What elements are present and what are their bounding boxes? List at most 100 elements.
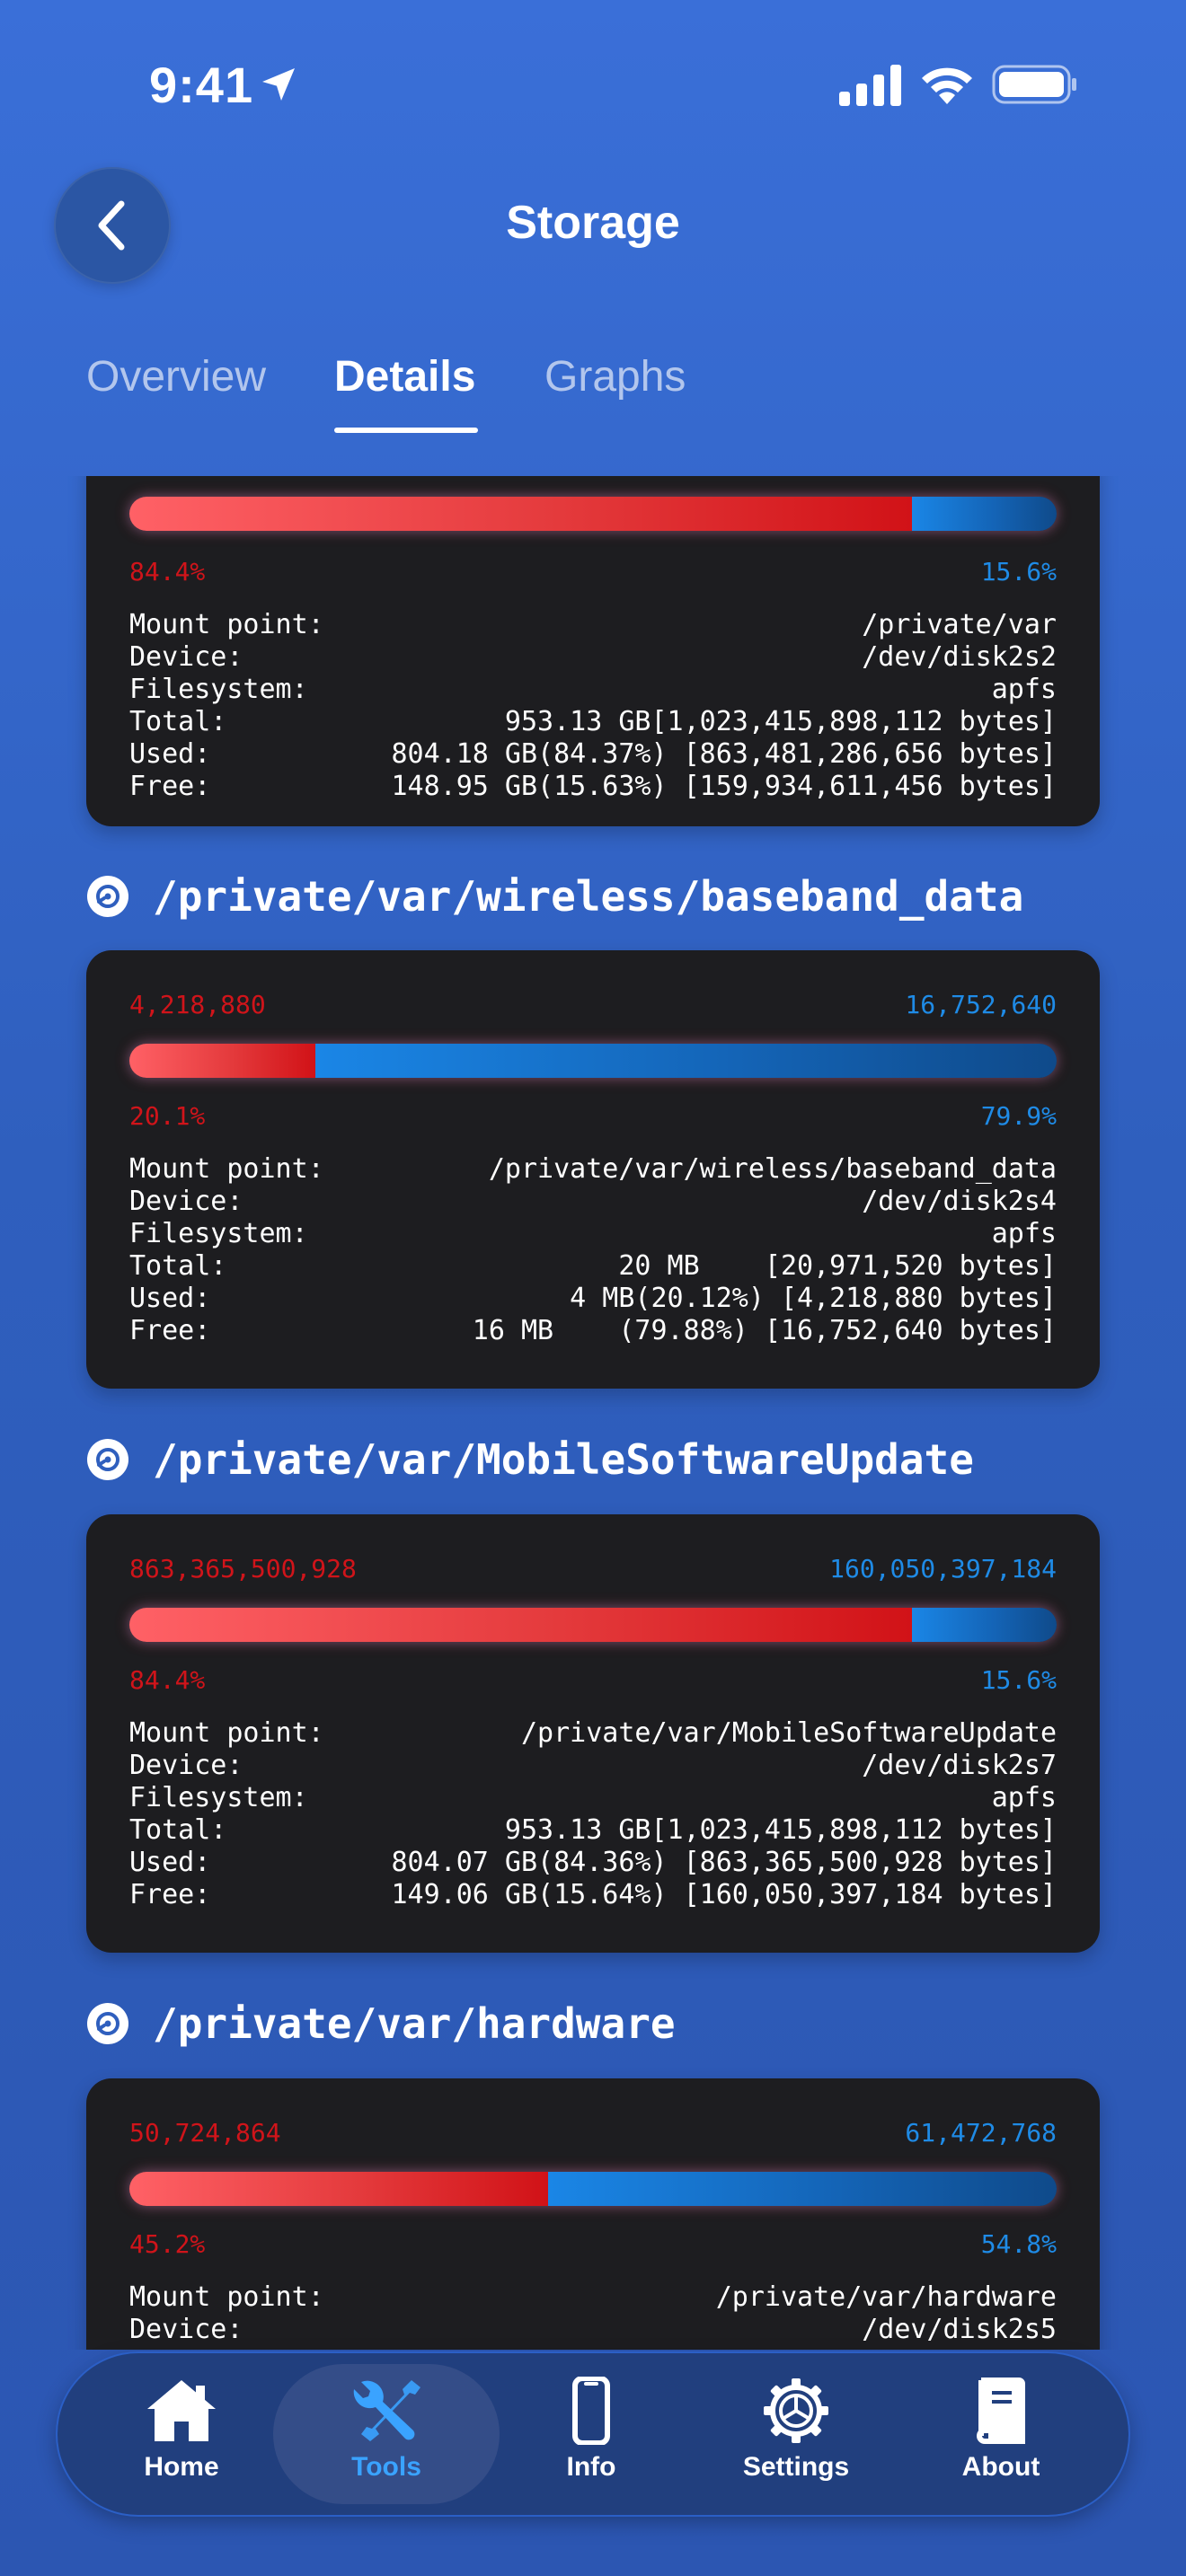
tab-details[interactable]: Details xyxy=(334,352,475,401)
info-value: 804.07 GB(84.36%) [863,365,500,928 bytes… xyxy=(391,1847,1057,1878)
tab-graphs[interactable]: Graphs xyxy=(544,352,686,401)
used-percent: 84.4% xyxy=(129,557,206,587)
volume-info-table: Mount point: /private/var/wireless/baseba… xyxy=(129,1153,1057,1347)
info-row-mount-point: Mount point: /private/var/wireless/baseba… xyxy=(129,1153,1057,1186)
tabbar-item-about[interactable]: About xyxy=(911,2377,1091,2502)
tabbar-item-info[interactable]: Info xyxy=(501,2377,681,2502)
info-row-mount-point: Mount point: /private/var/hardware xyxy=(129,2281,1057,2314)
info-value: 16 MB (79.88%) [16,752,640 bytes] xyxy=(472,1315,1057,1346)
info-value: /dev/disk2s4 xyxy=(862,1186,1057,1217)
tabbar-label: Info xyxy=(566,2452,616,2482)
info-value: 20 MB [20,971,520 bytes] xyxy=(618,1250,1057,1282)
status-bar: 9:41 xyxy=(0,0,1186,171)
used-percent: 45.2% xyxy=(129,2229,206,2259)
info-value: 804.18 GB(84.37%) [863,481,286,656 bytes… xyxy=(391,738,1057,770)
tab-active-underline xyxy=(334,428,478,433)
details-scroll-view[interactable]: 84.4% 15.6% Mount point: /private/var Dev… xyxy=(0,476,1186,2350)
info-key: Device: xyxy=(129,1186,243,1217)
usage-bar-used xyxy=(129,1608,912,1642)
usage-bar-used xyxy=(129,1044,316,1078)
gear-icon xyxy=(764,2378,828,2443)
status-time: 9:41 xyxy=(149,57,254,113)
tab-overview[interactable]: Overview xyxy=(86,352,266,401)
free-bytes: 16,752,640 xyxy=(905,990,1057,1019)
usage-bar-free xyxy=(548,2172,1057,2206)
info-row-total: Total: 953.13 GB[1,023,415,898,112 bytes] xyxy=(129,706,1057,738)
book-icon xyxy=(977,2378,1025,2444)
info-value: /dev/disk2s2 xyxy=(862,641,1057,673)
volume-section-heading: /private/var/MobileSoftwareUpdate xyxy=(86,1428,974,1491)
usage-bar-used xyxy=(129,2172,549,2206)
info-key: Mount point: xyxy=(129,1717,324,1749)
volume-title: /private/var/hardware xyxy=(153,1999,676,2048)
info-row-free: Free: 16 MB (79.88%) [16,752,640 bytes] xyxy=(129,1315,1057,1347)
volume-info-table: Mount point: /private/var Device: /dev/dis… xyxy=(129,609,1057,803)
tabbar-label: Home xyxy=(144,2452,219,2482)
info-key: Free: xyxy=(129,1315,211,1346)
info-key: Free: xyxy=(129,1879,211,1910)
info-key: Free: xyxy=(129,771,211,802)
info-row-device: Device: /dev/disk2s4 xyxy=(129,1186,1057,1218)
volume-section-heading: /private/var/wireless/baseband_data xyxy=(86,865,1023,928)
disk-icon xyxy=(87,876,128,917)
usage-bar xyxy=(129,1044,1057,1078)
free-bytes: 61,472,768 xyxy=(905,2118,1057,2148)
info-row-used: Used: 804.18 GB(84.37%) [863,481,286,656 … xyxy=(129,738,1057,771)
usage-bar-free xyxy=(912,497,1057,531)
volume-info-table: Mount point: /private/var/hardware Device… xyxy=(129,2281,1057,2346)
free-percent: 54.8% xyxy=(980,2229,1057,2259)
info-key: Total: xyxy=(129,1250,227,1282)
info-row-filesystem: Filesystem: apfs xyxy=(129,1782,1057,1814)
battery-icon xyxy=(992,65,1076,104)
usage-bar xyxy=(129,497,1057,531)
info-row-used: Used: 804.07 GB(84.36%) [863,365,500,928 … xyxy=(129,1847,1057,1879)
info-key: Filesystem: xyxy=(129,674,308,705)
page-title: Storage xyxy=(506,197,680,249)
info-value: /private/var xyxy=(862,609,1057,640)
info-row-device: Device: /dev/disk2s5 xyxy=(129,2314,1057,2346)
info-key: Total: xyxy=(129,1814,227,1846)
tabbar-label: About xyxy=(961,2452,1040,2482)
info-value: 953.13 GB[1,023,415,898,112 bytes] xyxy=(504,706,1057,737)
volume-card: 50,724,864 61,472,768 45.2% 54.8% Mount … xyxy=(86,2078,1100,2350)
info-row-device: Device: /dev/disk2s2 xyxy=(129,641,1057,674)
info-key: Used: xyxy=(129,1283,211,1314)
tools-icon xyxy=(353,2380,420,2441)
info-row-mount-point: Mount point: /private/var xyxy=(129,609,1057,641)
info-row-filesystem: Filesystem: apfs xyxy=(129,674,1057,706)
used-percent: 84.4% xyxy=(129,1665,206,1695)
volume-title: /private/var/wireless/baseband_data xyxy=(153,872,1024,921)
info-value: /private/var/hardware xyxy=(715,2281,1057,2313)
free-percent: 15.6% xyxy=(980,1665,1057,1695)
info-key: Filesystem: xyxy=(129,1218,308,1249)
info-value: 148.95 GB(15.63%) [159,934,611,456 bytes… xyxy=(391,771,1057,802)
usage-bar-used xyxy=(129,497,912,531)
usage-bar xyxy=(129,2172,1057,2206)
info-value: /dev/disk2s5 xyxy=(862,2314,1057,2345)
house-icon xyxy=(147,2380,216,2441)
info-key: Device: xyxy=(129,1750,243,1781)
volume-title: /private/var/MobileSoftwareUpdate xyxy=(153,1435,974,1484)
volume-card: 84.4% 15.6% Mount point: /private/var Dev… xyxy=(86,476,1100,826)
info-value: 953.13 GB[1,023,415,898,112 bytes] xyxy=(504,1814,1057,1846)
used-percent: 20.1% xyxy=(129,1101,206,1131)
info-value: 4 MB(20.12%) [4,218,880 bytes] xyxy=(570,1283,1057,1314)
volume-section-heading: /private/var/hardware xyxy=(86,1992,676,2055)
phone-icon xyxy=(572,2377,610,2445)
tabbar-label: Tools xyxy=(351,2452,421,2482)
used-bytes: 4,218,880 xyxy=(129,990,266,1019)
disk-icon xyxy=(87,2003,128,2044)
volume-info-table: Mount point: /private/var/MobileSoftwareU… xyxy=(129,1717,1057,1911)
wifi-icon xyxy=(922,67,972,104)
usage-bar xyxy=(129,1608,1057,1642)
usage-bar-free xyxy=(912,1608,1057,1642)
info-row-filesystem: Filesystem: apfs xyxy=(129,1218,1057,1250)
info-value: /dev/disk2s7 xyxy=(862,1750,1057,1781)
info-row-free: Free: 149.06 GB(15.64%) [160,050,397,184 … xyxy=(129,1879,1057,1911)
info-row-free: Free: 148.95 GB(15.63%) [159,934,611,456 … xyxy=(129,771,1057,803)
tabbar-item-settings[interactable]: Settings xyxy=(706,2377,886,2502)
tabbar-item-tools[interactable]: Tools xyxy=(296,2377,476,2502)
tabbar-item-home[interactable]: Home xyxy=(92,2377,271,2502)
info-key: Device: xyxy=(129,641,243,673)
info-key: Used: xyxy=(129,1847,211,1878)
